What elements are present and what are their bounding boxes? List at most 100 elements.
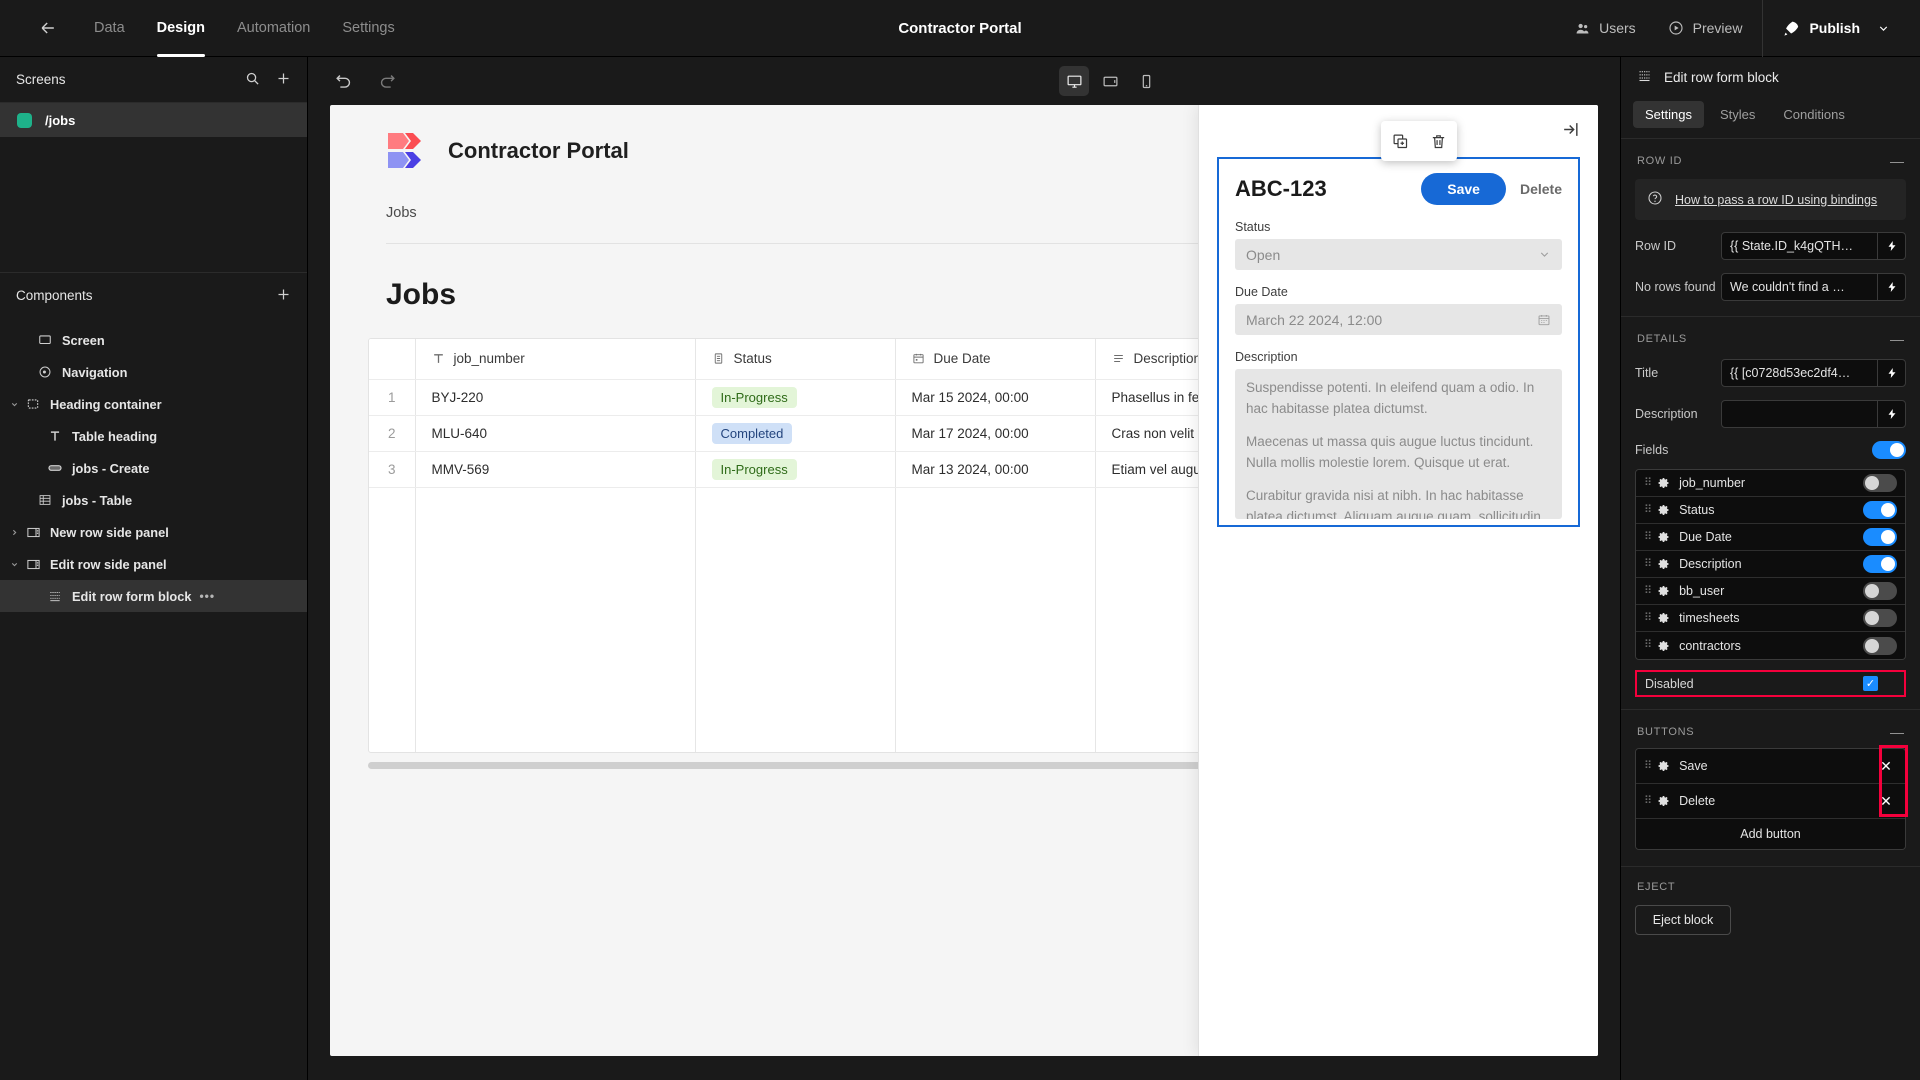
app-preview-canvas[interactable]: Contractor Portal Jobs Jobs job_number S… xyxy=(330,105,1598,1056)
chevron-down-icon[interactable] xyxy=(1877,22,1890,35)
field-toggle[interactable] xyxy=(1863,501,1897,519)
collapse-section-button[interactable]: — xyxy=(1890,153,1904,169)
component-item-edit-row-side-panel[interactable]: Edit row side panel xyxy=(0,548,307,580)
delete-button[interactable]: Delete xyxy=(1520,181,1562,197)
row-id-input[interactable]: {{ State.ID_k4gQTH… xyxy=(1721,232,1906,260)
button-row-delete[interactable]: ⠿ Delete ✕ xyxy=(1636,784,1905,819)
drag-handle-icon[interactable]: ⠿ xyxy=(1644,585,1652,597)
tab-automation[interactable]: Automation xyxy=(221,0,326,57)
description-input[interactable] xyxy=(1721,400,1906,428)
field-row-bb-user[interactable]: ⠿ bb_user xyxy=(1636,578,1905,605)
due-date-input[interactable]: March 22 2024, 12:00 xyxy=(1235,304,1562,335)
add-screen-button[interactable] xyxy=(276,71,291,89)
status-select[interactable]: Open xyxy=(1235,239,1562,270)
component-item-screen[interactable]: Screen xyxy=(0,324,307,356)
duplicate-block-button[interactable] xyxy=(1392,133,1409,150)
drag-handle-icon[interactable]: ⠿ xyxy=(1644,795,1652,807)
search-screens-button[interactable] xyxy=(245,71,260,89)
binding-button[interactable] xyxy=(1877,360,1905,386)
collapse-section-button[interactable]: — xyxy=(1890,724,1904,740)
preview-button[interactable]: Preview xyxy=(1652,0,1759,57)
tab-settings[interactable]: Settings xyxy=(1633,101,1704,128)
tab-conditions[interactable]: Conditions xyxy=(1771,101,1856,128)
tab-settings[interactable]: Settings xyxy=(326,0,410,57)
row-id-help-link[interactable]: How to pass a row ID using bindings xyxy=(1675,193,1877,207)
sidebar-item-jobs-screen[interactable]: /jobs xyxy=(0,103,307,137)
component-item-heading-container[interactable]: Heading container xyxy=(0,388,307,420)
binding-button[interactable] xyxy=(1877,401,1905,427)
component-item-jobs-table[interactable]: jobs - Table xyxy=(0,484,307,516)
fields-toggle[interactable] xyxy=(1872,441,1906,459)
field-row-description[interactable]: ⠿ Description xyxy=(1636,551,1905,578)
gear-icon[interactable] xyxy=(1658,795,1670,807)
table-header-status[interactable]: Status xyxy=(695,339,896,380)
brand-title: Contractor Portal xyxy=(448,138,629,163)
save-button[interactable]: Save xyxy=(1421,173,1506,205)
field-toggle[interactable] xyxy=(1863,582,1897,600)
no-rows-found-input[interactable]: We couldn't find a … xyxy=(1721,273,1906,301)
component-item-navigation[interactable]: Navigation xyxy=(0,356,307,388)
binding-button[interactable] xyxy=(1877,233,1905,259)
add-component-button[interactable] xyxy=(276,287,291,305)
publish-button[interactable]: Publish xyxy=(1767,20,1898,37)
remove-button-save[interactable]: ✕ xyxy=(1875,758,1897,775)
device-desktop-button[interactable] xyxy=(1059,66,1089,96)
gear-icon[interactable] xyxy=(1658,477,1670,489)
field-toggle[interactable] xyxy=(1863,609,1897,627)
description-textarea[interactable]: Suspendisse potenti. In eleifend quam a … xyxy=(1235,369,1562,519)
component-item-edit-row-form-block[interactable]: Edit row form block ••• xyxy=(0,580,307,612)
component-item-table-heading[interactable]: Table heading xyxy=(0,420,307,452)
field-toggle[interactable] xyxy=(1863,555,1897,573)
chevron-right-icon[interactable] xyxy=(6,528,22,537)
gear-icon[interactable] xyxy=(1658,760,1670,772)
back-button[interactable] xyxy=(28,8,68,48)
drag-handle-icon[interactable]: ⠿ xyxy=(1644,531,1652,543)
binding-button[interactable] xyxy=(1877,274,1905,300)
chevron-down-icon[interactable] xyxy=(6,400,22,409)
collapse-section-button[interactable]: — xyxy=(1890,331,1904,347)
tab-design[interactable]: Design xyxy=(141,0,221,57)
collapse-panel-button[interactable] xyxy=(1561,120,1580,142)
drag-handle-icon[interactable]: ⠿ xyxy=(1644,612,1652,624)
add-button-button[interactable]: Add button xyxy=(1636,819,1905,849)
table-header-due-date[interactable]: Due Date xyxy=(895,339,1096,380)
gear-icon[interactable] xyxy=(1658,640,1670,652)
delete-block-button[interactable] xyxy=(1430,133,1447,150)
remove-button-delete[interactable]: ✕ xyxy=(1875,793,1897,810)
field-toggle[interactable] xyxy=(1863,528,1897,546)
tab-styles[interactable]: Styles xyxy=(1708,101,1767,128)
table-header-job-number[interactable]: job_number xyxy=(415,339,696,380)
field-toggle[interactable] xyxy=(1863,636,1897,655)
gear-icon[interactable] xyxy=(1658,504,1670,516)
field-row-timesheets[interactable]: ⠿ timesheets xyxy=(1636,605,1905,632)
field-row-contractors[interactable]: ⠿ contractors xyxy=(1636,632,1905,659)
row-id-label: Row ID xyxy=(1635,239,1676,253)
chevron-down-icon[interactable] xyxy=(6,560,22,569)
component-more-button[interactable]: ••• xyxy=(199,589,215,603)
logo-icon xyxy=(386,131,430,171)
disabled-checkbox[interactable]: ✓ xyxy=(1863,676,1878,691)
users-button[interactable]: Users xyxy=(1559,0,1652,57)
field-row-job-number[interactable]: ⠿ job_number xyxy=(1636,470,1905,497)
field-toggle[interactable] xyxy=(1863,474,1897,492)
component-item-jobs-create[interactable]: jobs - Create xyxy=(0,452,307,484)
drag-handle-icon[interactable]: ⠿ xyxy=(1644,760,1652,772)
drag-handle-icon[interactable]: ⠿ xyxy=(1644,640,1652,651)
gear-icon[interactable] xyxy=(1658,585,1670,597)
gear-icon[interactable] xyxy=(1658,531,1670,543)
drag-handle-icon[interactable]: ⠿ xyxy=(1644,558,1652,570)
field-row-status[interactable]: ⠿ Status xyxy=(1636,497,1905,524)
gear-icon[interactable] xyxy=(1658,612,1670,624)
drag-handle-icon[interactable]: ⠿ xyxy=(1644,477,1652,489)
device-tablet-button[interactable] xyxy=(1095,66,1125,96)
button-row-save[interactable]: ⠿ Save ✕ xyxy=(1636,749,1905,784)
drag-handle-icon[interactable]: ⠿ xyxy=(1644,504,1652,516)
title-input[interactable]: {{ [c0728d53ec2df4… xyxy=(1721,359,1906,387)
tab-data[interactable]: Data xyxy=(78,0,141,57)
device-mobile-button[interactable] xyxy=(1131,66,1161,96)
eject-block-button[interactable]: Eject block xyxy=(1635,905,1731,935)
gear-icon[interactable] xyxy=(1658,558,1670,570)
edit-row-form-block[interactable]: Edit row form block ABC-123 Save Delete xyxy=(1217,157,1580,527)
component-item-new-row-side-panel[interactable]: New row side panel xyxy=(0,516,307,548)
field-row-due-date[interactable]: ⠿ Due Date xyxy=(1636,524,1905,551)
